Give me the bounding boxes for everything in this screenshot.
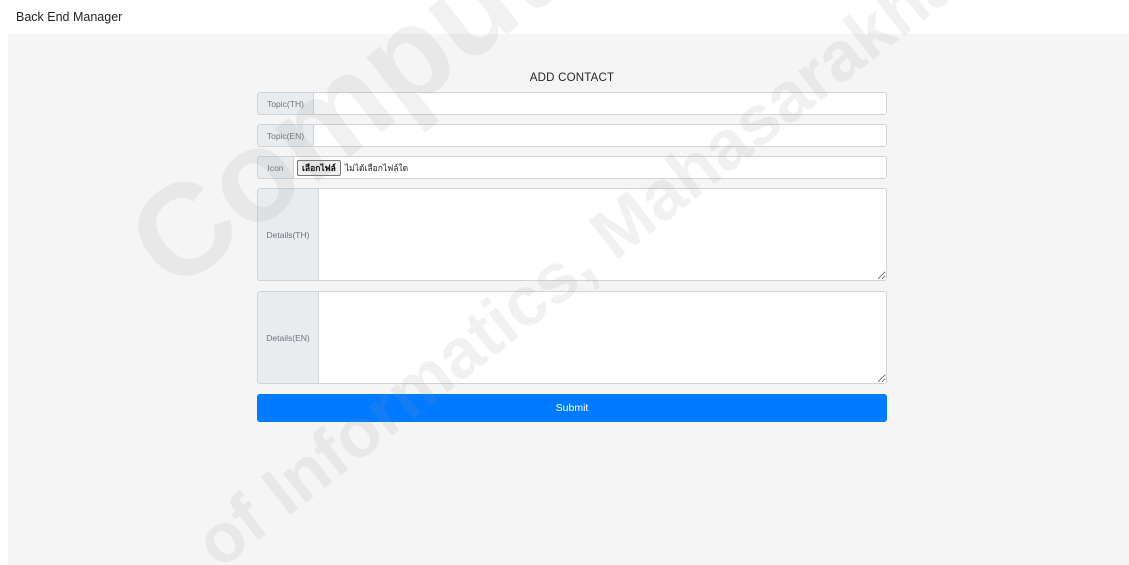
- topic-th-label: Topic(TH): [257, 92, 313, 115]
- details-en-label: Details(EN): [257, 291, 318, 384]
- details-th-label: Details(TH): [257, 188, 318, 281]
- form-title: ADD CONTACT: [529, 72, 615, 84]
- topic-th-group: Topic(TH): [257, 92, 887, 115]
- details-en-textarea[interactable]: [318, 291, 887, 384]
- icon-group: Icon เลือกไฟล์ ไม่ได้เลือกไฟล์ใด: [257, 156, 887, 179]
- content-area: ADD CONTACT Topic(TH) Topic(EN) Icon เลื…: [8, 34, 1129, 565]
- topic-en-group: Topic(EN): [257, 124, 887, 147]
- app-title: Back End Manager: [16, 10, 123, 24]
- topic-th-input[interactable]: [313, 92, 887, 115]
- icon-label: Icon: [257, 156, 293, 179]
- file-status-text: ไม่ได้เลือกไฟล์ใด: [344, 163, 409, 174]
- top-bar: Back End Manager: [0, 0, 1129, 34]
- details-th-textarea[interactable]: [318, 188, 887, 281]
- icon-file-input[interactable]: เลือกไฟล์ ไม่ได้เลือกไฟล์ใด: [293, 156, 887, 179]
- details-en-group: Details(EN): [257, 291, 887, 384]
- topic-en-input[interactable]: [313, 124, 887, 147]
- topic-en-label: Topic(EN): [257, 124, 313, 147]
- submit-button[interactable]: Submit: [257, 394, 887, 422]
- choose-file-button[interactable]: เลือกไฟล์: [297, 159, 341, 176]
- details-th-group: Details(TH): [257, 188, 887, 281]
